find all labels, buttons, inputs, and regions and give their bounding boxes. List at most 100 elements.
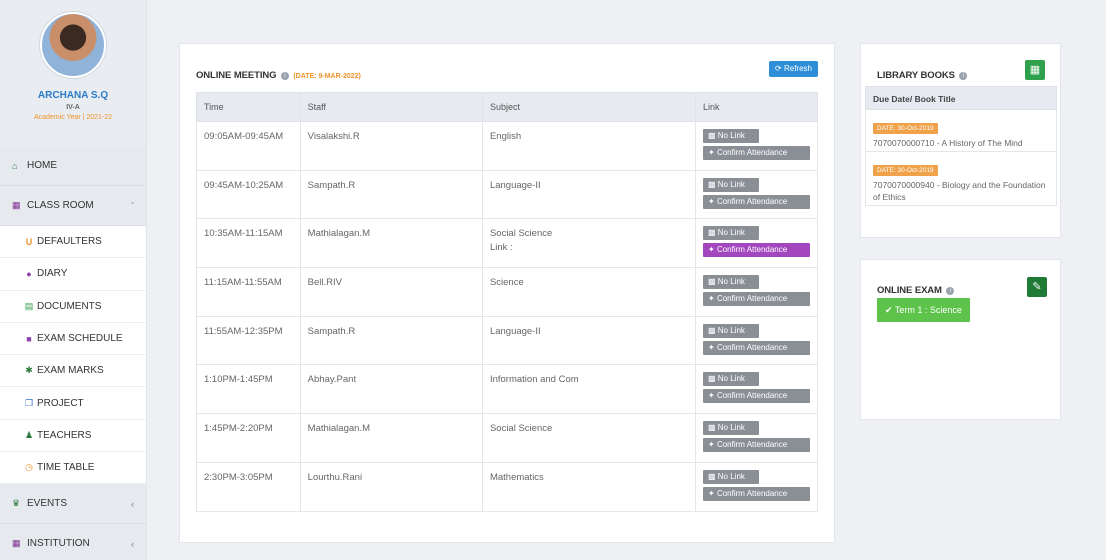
nav-institution[interactable]: ▦ INSTITUTION ‹ <box>0 524 146 560</box>
no-link-label: No Link <box>717 325 745 335</box>
time-text: 11:55AM-12:35PM <box>204 325 283 337</box>
refresh-label: Refresh <box>783 64 812 73</box>
sidebar: ARCHANA S.Q IV-A Academic Year | 2021-22… <box>0 0 147 560</box>
cell-time: 1:10PM-1:45PM <box>196 364 301 415</box>
table-header-row: Time Staff Subject Link <box>196 92 818 122</box>
subject-text: Mathematics <box>489 471 544 483</box>
nav-defaulters[interactable]: U DEFAULTERS <box>0 226 146 259</box>
subject-text: Science <box>489 277 524 289</box>
no-link-button[interactable]: ▩ No Link <box>703 469 759 484</box>
sitemap-icon: ▩ <box>708 471 718 481</box>
confirm-attendance-button[interactable]: ✦ Confirm Attendance <box>703 340 810 355</box>
nav-documents-label: DOCUMENTS <box>37 300 102 312</box>
cell-staff: Bell.RIV <box>299 267 483 317</box>
cell-time: 09:45AM-10:25AM <box>196 169 301 220</box>
nav-diary[interactable]: ● DIARY <box>0 258 146 291</box>
cell-subject: Social Science Link : <box>481 218 697 269</box>
twitter-icon: ✦ <box>708 148 717 157</box>
nav-teachers[interactable]: ♟ TEACHERS <box>0 419 146 453</box>
user-icon: ♟ <box>24 429 34 440</box>
twitter-icon: ✦ <box>708 488 717 498</box>
time-text: 11:15AM-11:55AM <box>204 277 282 289</box>
gear-icon: ✱ <box>25 365 33 376</box>
staff-text: Bell.RIV <box>307 277 342 289</box>
cell-link: ▩ No Link ✦ Confirm Attendance <box>695 461 818 512</box>
cell-staff: Lourthu.Rani <box>299 461 483 512</box>
book-title: 7070070000710 - A History of The Mind <box>873 138 1023 148</box>
cell-link: ▩ No Link ✦ Confirm Attendance <box>695 218 818 269</box>
confirm-attendance-label: Confirm Attendance <box>716 196 788 206</box>
time-text: 10:35AM-11:15AM <box>204 228 283 240</box>
no-link-label: No Link <box>717 179 745 189</box>
nav-exam-marks[interactable]: ✱ EXAM MARKS <box>0 355 146 388</box>
library-title: LIBRARY BOOKS <box>877 70 955 81</box>
table-row: 1:10PM-1:45PM Abhay.Pant Information and C… <box>196 364 818 415</box>
no-link-label: No Link <box>717 423 745 433</box>
nav-defaulters-label: DEFAULTERS <box>37 236 102 248</box>
nav-project[interactable]: ❐ PROJECT <box>0 387 146 420</box>
edit-icon: ■ <box>26 333 32 344</box>
avatar[interactable] <box>40 12 106 78</box>
twitter-icon: ✦ <box>708 440 717 450</box>
no-link-button[interactable]: ▩ No Link <box>703 323 759 338</box>
no-link-button[interactable]: ▩ No Link <box>703 226 759 241</box>
refresh-button[interactable]: ⟳ Refresh <box>769 61 818 77</box>
exam-term-button[interactable]: ✔ Term 1 : Science <box>877 298 970 322</box>
nav-time-table[interactable]: ◷ TIME TABLE <box>0 452 146 485</box>
no-link-button[interactable]: ▩ No Link <box>703 177 759 192</box>
confirm-attendance-label: Confirm Attendance <box>716 148 788 157</box>
cell-time: 11:55AM-12:35PM <box>196 315 301 366</box>
refresh-icon: ⟳ <box>775 64 782 73</box>
nav-exam-schedule[interactable]: ■ EXAM SCHEDULE <box>0 322 146 356</box>
info-icon[interactable]: i <box>959 72 968 80</box>
book-title: 7070070000940 - Biology and the Foundati… <box>873 180 1046 202</box>
nav-events[interactable]: ♛ EVENTS ‹ <box>0 484 146 525</box>
no-link-label: No Link <box>717 374 745 384</box>
nav-classroom[interactable]: ▦ CLASS ROOM ˇ <box>0 186 146 226</box>
confirm-attendance-button[interactable]: ✦ Confirm Attendance <box>703 243 810 258</box>
no-link-label: No Link <box>717 228 745 238</box>
table-row: 09:45AM-10:25AM Sampath.R Language-II ▩ No … <box>196 169 818 220</box>
meeting-date: (DATE: 9-MAR-2022) <box>293 73 361 80</box>
cell-time: 09:05AM-09:45AM <box>196 121 301 171</box>
table-row: 11:55AM-12:35PM Sampath.R Language-II ▩ No … <box>196 315 818 366</box>
no-link-label: No Link <box>717 277 745 287</box>
no-link-button[interactable]: ▩ No Link <box>703 129 759 143</box>
confirm-attendance-button[interactable]: ✦ Confirm Attendance <box>703 194 810 209</box>
staff-text: Sampath.R <box>307 179 356 191</box>
nav-exam-marks-label: EXAM MARKS <box>37 365 104 377</box>
time-text: 09:45AM-10:25AM <box>204 179 284 191</box>
sitemap-icon: ▩ <box>708 131 718 140</box>
cell-subject: Mathematics <box>481 461 697 512</box>
library-header: LIBRARY BOOKS i <box>877 65 968 83</box>
nav-events-label: EVENTS <box>27 498 68 510</box>
no-link-label: No Link <box>717 131 745 140</box>
info-icon[interactable]: i <box>946 287 955 295</box>
pencil-icon[interactable]: ✎ <box>1027 277 1047 297</box>
library-column-header: Due Date/ Book Title <box>865 86 1057 110</box>
nav-home[interactable]: ⌂ HOME <box>0 146 146 186</box>
confirm-attendance-button[interactable]: ✦ Confirm Attendance <box>703 438 810 453</box>
book-icon[interactable]: ▦ <box>1025 60 1045 80</box>
staff-text: Lourthu.Rani <box>307 471 363 483</box>
confirm-attendance-button[interactable]: ✦ Confirm Attendance <box>703 292 810 307</box>
exam-header: ONLINE EXAM i <box>877 280 955 298</box>
nav-documents[interactable]: ▤ DOCUMENTS <box>0 290 146 323</box>
meeting-title: ONLINE MEETING <box>196 70 277 81</box>
confirm-attendance-button[interactable]: ✦ Confirm Attendance <box>703 389 810 404</box>
university-icon: ▦ <box>12 538 21 549</box>
no-link-button[interactable]: ▩ No Link <box>703 421 759 436</box>
info-icon[interactable]: i <box>280 72 289 80</box>
sitemap-icon: ▩ <box>708 423 718 433</box>
no-link-button[interactable]: ▩ No Link <box>703 275 759 290</box>
table-row: 1:45PM-2:20PM Mathialagan.M Social Science… <box>196 413 818 463</box>
cell-staff: Mathialagan.M <box>299 413 483 463</box>
table-row: 2:30PM-3:05PM Lourthu.Rani Mathematics ▩ No… <box>196 461 818 512</box>
copy-icon: ❐ <box>24 397 34 408</box>
confirm-attendance-button[interactable]: ✦ Confirm Attendance <box>703 486 810 501</box>
confirm-attendance-button[interactable]: ✦ Confirm Attendance <box>703 146 810 160</box>
no-link-button[interactable]: ▩ No Link <box>703 372 759 387</box>
cell-subject: Language-II <box>481 169 697 220</box>
cell-link: ▩ No Link ✦ Confirm Attendance <box>695 267 818 317</box>
cell-subject: Social Science <box>481 413 697 463</box>
